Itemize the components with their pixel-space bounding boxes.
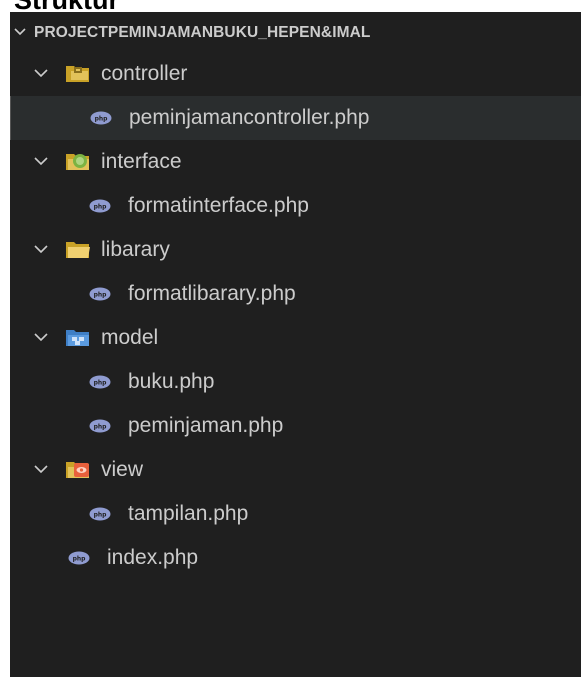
file-label: buku.php <box>128 370 215 393</box>
svg-text:php: php <box>94 424 108 431</box>
folder-label: interface <box>101 150 182 173</box>
explorer-root-folder[interactable]: PROJECTPEMINJAMANBUKU_HEPEN&IMAL <box>10 18 581 48</box>
library-folder-icon <box>65 238 91 260</box>
svg-text:php: php <box>94 380 108 387</box>
file-label: formatinterface.php <box>128 194 309 217</box>
svg-text:php: php <box>73 556 87 563</box>
svg-text:php: php <box>94 292 108 299</box>
svg-text:php: php <box>94 204 108 211</box>
controller-folder-icon <box>65 62 91 84</box>
tree-folder-model[interactable]: model <box>10 316 581 360</box>
view-folder-icon <box>65 458 91 480</box>
tree-file-formatlibarary[interactable]: php formatlibarary.php <box>10 272 581 316</box>
php-file-icon: php <box>89 199 111 213</box>
php-file-icon: php <box>89 375 111 389</box>
file-label: formatlibarary.php <box>128 282 296 305</box>
file-label: index.php <box>107 546 199 569</box>
file-label: tampilan.php <box>128 502 249 525</box>
interface-folder-icon <box>65 150 91 172</box>
chevron-down-icon <box>34 68 48 80</box>
chevron-down-icon <box>34 464 48 476</box>
tree-file-peminjamancontroller[interactable]: php peminjamancontroller.php <box>10 96 581 140</box>
chevron-down-icon <box>34 156 48 168</box>
tree-file-tampilan[interactable]: php tampilan.php <box>10 492 581 536</box>
folder-label: controller <box>101 62 188 85</box>
folder-label: view <box>101 458 144 481</box>
php-file-icon: php <box>90 111 112 125</box>
chevron-down-icon <box>34 244 48 256</box>
svg-text:php: php <box>95 116 109 123</box>
tree-file-peminjaman[interactable]: php peminjaman.php <box>10 404 581 448</box>
php-file-icon: php <box>68 551 90 565</box>
file-explorer: PROJECTPEMINJAMANBUKU_HEPEN&IMAL control… <box>10 12 581 677</box>
chevron-down-icon <box>34 332 48 344</box>
tree-file-buku[interactable]: php buku.php <box>10 360 581 404</box>
svg-text:php: php <box>94 512 108 519</box>
folder-label: model <box>101 326 159 349</box>
tree-file-index[interactable]: php index.php <box>10 536 581 580</box>
root-folder-label: PROJECTPEMINJAMANBUKU_HEPEN&IMAL <box>34 24 371 41</box>
tree-file-formatinterface[interactable]: php formatinterface.php <box>10 184 581 228</box>
php-file-icon: php <box>89 287 111 301</box>
php-file-icon: php <box>89 507 111 521</box>
php-file-icon: php <box>89 419 111 433</box>
chevron-down-icon <box>14 27 28 39</box>
tree-folder-interface[interactable]: interface <box>10 140 581 184</box>
model-folder-icon <box>65 326 91 348</box>
tree-folder-libarary[interactable]: libarary <box>10 228 581 272</box>
tree-folder-controller[interactable]: controller <box>10 52 581 96</box>
file-label: peminjaman.php <box>128 414 284 437</box>
file-label: peminjamancontroller.php <box>129 106 370 129</box>
folder-label: libarary <box>101 238 170 261</box>
tree-folder-view[interactable]: view <box>10 448 581 492</box>
